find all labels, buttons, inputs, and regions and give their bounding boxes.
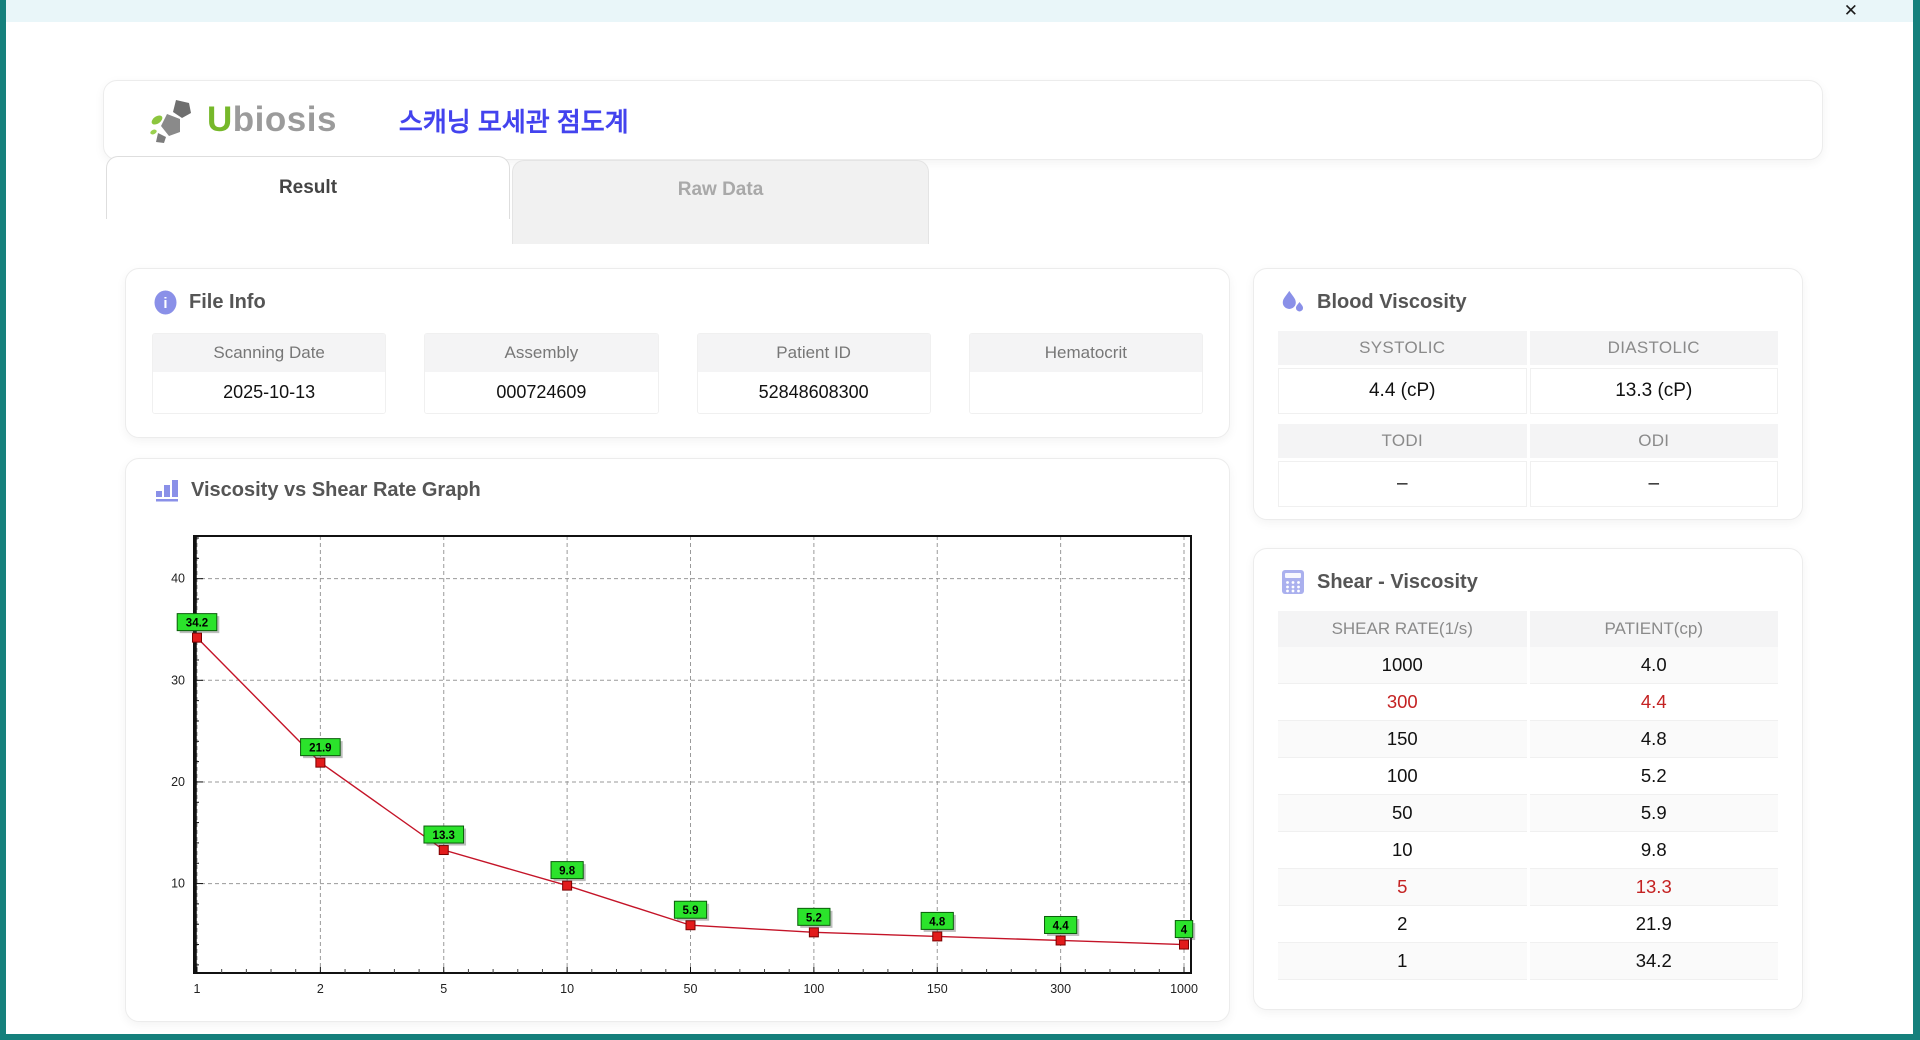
ubiosis-logo: Ubiosis bbox=[149, 96, 337, 144]
odi-value: – bbox=[1529, 461, 1778, 507]
field-hematocrit: Hematocrit bbox=[968, 333, 1203, 414]
brand-text: Ubiosis bbox=[207, 100, 337, 139]
field-scanning-date: Scanning Date 2025-10-13 bbox=[152, 333, 387, 414]
file-info-fields: Scanning Date 2025-10-13 Assembly 000724… bbox=[152, 333, 1203, 414]
table-row: 300 4.4 bbox=[1278, 684, 1778, 721]
svg-text:34.2: 34.2 bbox=[186, 618, 208, 630]
window-titlebar: ✕ bbox=[0, 0, 1920, 22]
todi-header: TODI bbox=[1278, 424, 1527, 458]
svg-text:1: 1 bbox=[194, 982, 201, 996]
todi-value: – bbox=[1278, 461, 1527, 507]
field-value: 000724609 bbox=[425, 372, 658, 413]
shear-viscosity-table: SHEAR RATE(1/s) PATIENT(cp) 1000 4.0 300 4… bbox=[1278, 611, 1778, 980]
header-card: Ubiosis 스캐닝 모세관 점도계 bbox=[103, 80, 1823, 160]
table-row: 1 34.2 bbox=[1278, 943, 1778, 980]
field-label: Hematocrit bbox=[969, 334, 1202, 372]
svg-text:4: 4 bbox=[1181, 925, 1188, 937]
tab-raw-data[interactable]: Raw Data bbox=[512, 160, 929, 244]
field-assembly: Assembly 000724609 bbox=[424, 333, 659, 414]
svg-text:40: 40 bbox=[171, 572, 185, 586]
field-value bbox=[969, 372, 1202, 413]
viscosity-vs-shear-rate-chart: 1 2 5 10 50 100 150 300 1000 10 20 30 40 34.2 21.9 13.3… bbox=[126, 459, 1229, 1019]
table-row: 50 5.9 bbox=[1278, 795, 1778, 832]
page-title: 스캐닝 모세관 점도계 bbox=[398, 106, 629, 137]
file-info-card: i File Info Scanning Date 2025-10-13 Ass… bbox=[125, 268, 1230, 438]
viscosity-graph-card: Viscosity vs Shear Rate Graph 1 2 5 10 50 100… bbox=[125, 458, 1230, 1022]
app-window: ✕ Ubiosis 스캐닝 모세관 점도계 Result Raw Data i … bbox=[0, 0, 1920, 1040]
field-label: Assembly bbox=[425, 334, 658, 372]
ubiosis-logo-icon bbox=[149, 96, 201, 144]
file-info-title: i File Info bbox=[152, 289, 1229, 315]
svg-text:21.9: 21.9 bbox=[309, 743, 331, 755]
svg-text:10: 10 bbox=[171, 877, 185, 891]
systolic-header: SYSTOLIC bbox=[1278, 331, 1527, 365]
patient-column-header: PATIENT(cp) bbox=[1529, 611, 1778, 647]
shear-rate-column-header: SHEAR RATE(1/s) bbox=[1278, 611, 1527, 647]
svg-text:300: 300 bbox=[1050, 982, 1071, 996]
table-row: 1000 4.0 bbox=[1278, 647, 1778, 684]
shear-viscosity-title: Shear - Viscosity bbox=[1280, 569, 1802, 595]
svg-text:20: 20 bbox=[171, 775, 185, 789]
info-icon: i bbox=[152, 289, 178, 315]
tab-result-label: Result bbox=[278, 177, 338, 198]
calculator-icon bbox=[1280, 569, 1306, 595]
svg-text:4.4: 4.4 bbox=[1053, 920, 1070, 932]
window-frame-bottom bbox=[0, 1034, 1920, 1040]
window-frame-right bbox=[1913, 0, 1920, 1040]
shear-viscosity-card: Shear - Viscosity SHEAR RATE(1/s) PATIEN… bbox=[1253, 548, 1803, 1010]
svg-text:30: 30 bbox=[171, 673, 185, 687]
odi-header: ODI bbox=[1529, 424, 1778, 458]
svg-text:5: 5 bbox=[440, 982, 447, 996]
field-label: Scanning Date bbox=[153, 334, 386, 372]
table-row: 5 13.3 bbox=[1278, 869, 1778, 906]
blood-viscosity-title: Blood Viscosity bbox=[1280, 289, 1802, 315]
svg-text:10: 10 bbox=[560, 982, 574, 996]
svg-text:2: 2 bbox=[317, 982, 324, 996]
table-row: 150 4.8 bbox=[1278, 721, 1778, 758]
table-row: 100 5.2 bbox=[1278, 758, 1778, 795]
blood-viscosity-card: Blood Viscosity SYSTOLIC DIASTOLIC 4.4 (… bbox=[1253, 268, 1803, 520]
svg-text:i: i bbox=[163, 295, 167, 312]
svg-text:1000: 1000 bbox=[1170, 982, 1198, 996]
svg-text:150: 150 bbox=[927, 982, 948, 996]
water-drops-icon bbox=[1280, 289, 1306, 315]
diastolic-value: 13.3 (cP) bbox=[1529, 368, 1778, 414]
table-row: 10 9.8 bbox=[1278, 832, 1778, 869]
field-patient-id: Patient ID 52848608300 bbox=[696, 333, 931, 414]
svg-text:9.8: 9.8 bbox=[559, 866, 576, 878]
svg-text:50: 50 bbox=[684, 982, 698, 996]
field-label: Patient ID bbox=[697, 334, 930, 372]
svg-text:5.9: 5.9 bbox=[683, 905, 699, 917]
blood-viscosity-table: SYSTOLIC DIASTOLIC 4.4 (cP) 13.3 (cP) TO… bbox=[1278, 331, 1778, 507]
svg-text:13.3: 13.3 bbox=[433, 830, 455, 842]
field-value: 52848608300 bbox=[697, 372, 930, 413]
close-icon[interactable]: ✕ bbox=[1844, 1, 1858, 21]
table-row: 2 21.9 bbox=[1278, 906, 1778, 943]
window-frame-left bbox=[0, 0, 6, 1040]
tab-result[interactable]: Result bbox=[106, 156, 510, 219]
diastolic-header: DIASTOLIC bbox=[1529, 331, 1778, 365]
svg-text:5.2: 5.2 bbox=[806, 912, 822, 924]
svg-text:100: 100 bbox=[803, 982, 824, 996]
tab-raw-data-label: Raw Data bbox=[677, 179, 764, 200]
svg-text:4.8: 4.8 bbox=[929, 916, 946, 928]
systolic-value: 4.4 (cP) bbox=[1278, 368, 1527, 414]
field-value: 2025-10-13 bbox=[153, 372, 386, 413]
